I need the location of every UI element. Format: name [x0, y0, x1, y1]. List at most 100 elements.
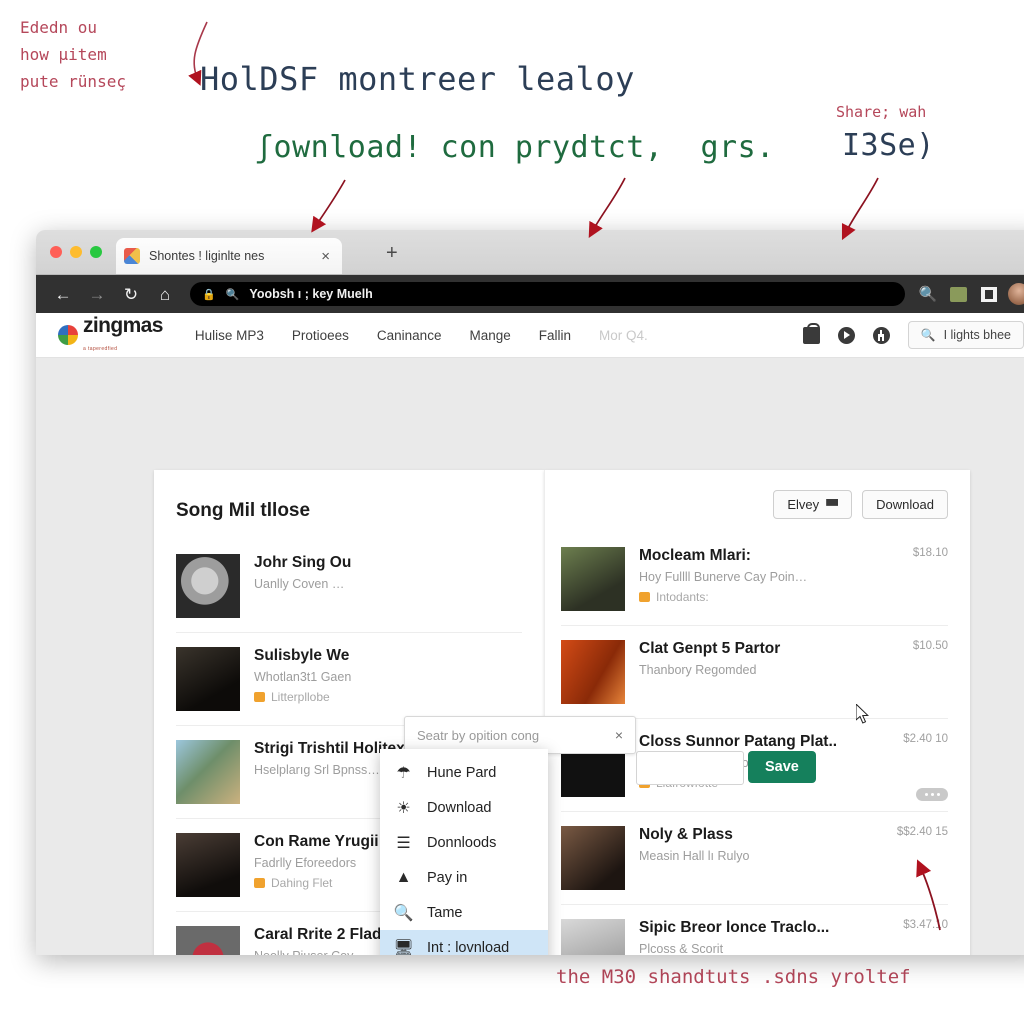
list-item[interactable]: Sipic Breor lonce Traclo... Plcoss & Scor…: [561, 904, 948, 955]
dropdown-item-tame[interactable]: 🔍 Tame: [380, 895, 548, 930]
item-thumbnail: [176, 833, 240, 897]
play-icon[interactable]: [837, 326, 855, 344]
item-subtitle: Measin Hall lı Rulyo: [639, 849, 750, 863]
nav-link-0[interactable]: Hulise MP3: [195, 328, 264, 343]
nav-link-4[interactable]: Fallin: [539, 328, 571, 343]
monitor-icon: 🖥: [393, 939, 414, 956]
search-icon: 🔍: [920, 328, 936, 342]
flag-icon: [826, 499, 839, 510]
avatar[interactable]: [1008, 283, 1024, 305]
tab-close-icon[interactable]: ×: [317, 248, 334, 265]
list-item[interactable]: Mocleam Mlari: Hoy Fullll Bunerve Cay Poi…: [561, 533, 948, 625]
window-close-button[interactable]: [50, 246, 62, 258]
browser-toolbar: ← → ↻ ⌂ 🔒 🔍 Yoobsh ı ; key Muelh 🔍: [36, 275, 1024, 313]
apps-icon[interactable]: [981, 286, 997, 302]
list-item[interactable]: Sulisbyle We Whotlan3t1 Gaen Litterpllobe: [176, 632, 522, 725]
annotation-top-left: Ededn ou how µitem pute rünseç: [20, 18, 126, 91]
nav-link-5[interactable]: Mor Q4.: [599, 328, 648, 343]
dropdown-item-int-lovnload[interactable]: 🖥 Int : lovnload: [380, 930, 548, 955]
annotation-share-note: Share; wah: [836, 103, 927, 121]
window-maximize-button[interactable]: [90, 246, 102, 258]
save-input-field[interactable]: [636, 751, 744, 785]
tag-badge-icon: [254, 878, 265, 888]
search-icon: 🔍: [225, 288, 240, 301]
site-search-placeholder: I lights bhee: [943, 328, 1011, 342]
item-body: Noly & Plass Measin Hall lı Rulyo: [639, 826, 887, 890]
dropdown-item-label: Int : lovnload: [427, 939, 510, 956]
item-price: $18.10: [912, 547, 948, 559]
browser-tab[interactable]: Shontes ! liginlte nes ×: [116, 238, 342, 274]
contact-upload-icon: ☂: [396, 764, 411, 782]
dropdown-item-donnloods[interactable]: ☰ Donnloods: [380, 825, 548, 860]
list-item[interactable]: Johr Sing Ou Uanlly Coven …: [176, 540, 522, 632]
item-thumbnail: [176, 740, 240, 804]
item-title: Mocleam Mlari:: [639, 547, 751, 564]
page-title: Song Mil tllose: [176, 500, 311, 521]
item-subtitle: Plcoss & Scorit: [639, 942, 724, 955]
right-panel-actions: Elvey Download: [561, 490, 948, 519]
item-price: $$2.40 15: [896, 826, 948, 838]
download-icon[interactable]: [872, 326, 890, 344]
arrow-to-tab: [311, 179, 346, 233]
dropdown-item-download[interactable]: ☀ Download: [380, 790, 548, 825]
site-logo[interactable]: zingmas a taperedfied: [58, 315, 163, 355]
back-arrow-icon[interactable]: ←: [46, 286, 80, 303]
elvey-button-label: Elvey: [787, 497, 820, 512]
context-dropdown-menu[interactable]: ☂ Hune Pard ☀ Download ☰ Donnloods ▲ Pay in 🔍 Tam…: [380, 749, 548, 955]
dropdown-item-label: Hune Pard: [427, 764, 497, 781]
dropdown-item-hune-pard[interactable]: ☂ Hune Pard: [380, 755, 548, 790]
upload-icon: ▲: [395, 868, 412, 886]
home-icon[interactable]: ⌂: [148, 286, 182, 303]
logo-subtext: a taperedfied: [83, 345, 118, 352]
item-body: Clat Genpt 5 Partor Thanbory Regomded: [639, 640, 903, 704]
save-button[interactable]: Save: [748, 751, 816, 783]
item-subtitle: Hoy Fullll Bunerve Cay Poin…: [639, 570, 808, 584]
item-title: Clat Genpt 5 Partor: [639, 640, 781, 657]
window-minimize-button[interactable]: [70, 246, 82, 258]
item-body: Johr Sing Ou Uanlly Coven …: [254, 554, 512, 618]
annotation-bracket: I3Se): [842, 128, 935, 163]
item-tag-label: Dahing Flet: [271, 876, 333, 890]
elvey-button[interactable]: Elvey: [773, 490, 853, 519]
new-tab-button[interactable]: +: [386, 243, 398, 263]
item-price: $10.50: [912, 640, 948, 652]
item-thumbnail: [176, 554, 240, 618]
close-icon[interactable]: ×: [615, 727, 623, 743]
item-thumbnail: [561, 547, 625, 611]
forward-arrow-icon[interactable]: →: [80, 286, 114, 303]
item-title: Closs Sunnor Patang Plat..: [639, 733, 838, 750]
nav-link-2[interactable]: Caninance: [377, 328, 442, 343]
item-tag-label: Intodants:: [656, 590, 709, 604]
extension-icon[interactable]: [950, 286, 967, 302]
nav-link-3[interactable]: Mange: [469, 328, 510, 343]
item-body: Sulisbyle We Whotlan3t1 Gaen Litterpllobe: [254, 647, 512, 711]
item-title: Sipic Breor lonce Traclo...: [639, 919, 830, 936]
browser-window: Shontes ! liginlte nes × + ← → ↻ ⌂ 🔒 🔍 Y…: [36, 230, 1024, 955]
address-bar[interactable]: 🔒 🔍 Yoobsh ı ; key Muelh: [190, 282, 905, 306]
item-subtitle: Uanlly Coven …: [254, 577, 345, 591]
list-icon: ☰: [396, 834, 411, 852]
item-thumbnail: [561, 919, 625, 955]
dropdown-item-pay-in[interactable]: ▲ Pay in: [380, 860, 548, 895]
list-item[interactable]: Noly & Plass Measin Hall lı Rulyo $$2.40 1…: [561, 811, 948, 904]
page-body: Song Mil tllose Johr Sing Ou Uanlly Coven…: [36, 358, 1024, 955]
item-tag: Litterpllobe: [254, 690, 512, 704]
list-item[interactable]: Clat Genpt 5 Partor Thanbory Regomded $10.…: [561, 625, 948, 718]
search-input[interactable]: Seatr by opition cong: [417, 728, 615, 743]
content-cards: Song Mil tllose Johr Sing Ou Uanlly Coven…: [154, 470, 970, 955]
item-thumbnail: [176, 647, 240, 711]
tag-badge-icon: [254, 692, 265, 702]
dropdown-item-label: Pay in: [427, 869, 468, 886]
nav-link-1[interactable]: Protioees: [292, 328, 349, 343]
item-price: $2.40 10: [903, 733, 948, 745]
download-button[interactable]: Download: [862, 490, 948, 519]
site-search-box[interactable]: 🔍 I lights bhee: [907, 321, 1024, 349]
status-badge[interactable]: [916, 788, 948, 801]
item-title: Sulisbyle We: [254, 647, 350, 664]
tab-favicon-icon: [124, 248, 140, 264]
toolbar-search-icon[interactable]: 🔍: [913, 285, 943, 303]
bag-icon[interactable]: [802, 322, 820, 344]
tab-title: Shontes ! liginlte nes: [149, 249, 265, 263]
site-navbar: zingmas a taperedfied Hulise MP3 Protioe…: [36, 313, 1024, 358]
reload-icon[interactable]: ↻: [114, 286, 148, 303]
